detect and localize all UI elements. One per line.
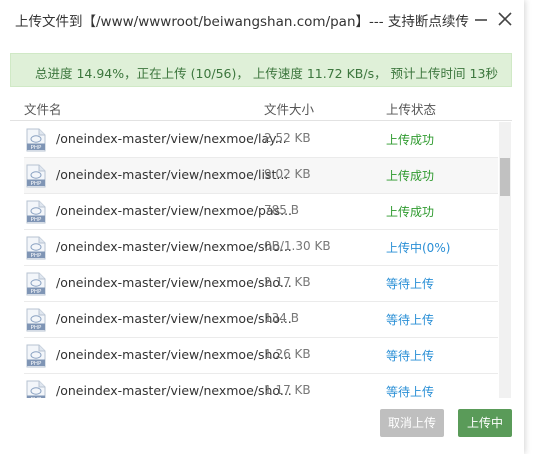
- upload-status: 上传成功: [386, 169, 435, 183]
- column-header-status: 上传状态: [386, 102, 437, 117]
- scrollbar-thumb[interactable]: [500, 158, 510, 196]
- file-row[interactable]: PHP/oneindex-master/view/nexmoe/sho... 2.…: [24, 266, 498, 302]
- progress-text: 总进度 14.94%，正在上传 (10/56)， 上传速度 11.72 KB/s…: [35, 66, 498, 81]
- file-size: 2.52 KB: [264, 131, 311, 145]
- file-size: 2.17 KB: [264, 275, 311, 289]
- column-header-name: 文件名: [24, 102, 62, 117]
- php-file-icon: PHP: [26, 344, 46, 368]
- file-list[interactable]: PHP/oneindex-master/view/nexmoe/lay... 2.…: [10, 122, 510, 398]
- file-name: /oneindex-master/view/nexmoe/sho...: [56, 383, 292, 398]
- cancel-upload-button[interactable]: 取消上传: [380, 409, 444, 437]
- file-size: 9.02 KB: [264, 167, 311, 181]
- upload-status: 等待上传: [386, 349, 435, 363]
- column-header-size: 文件大小: [264, 102, 315, 117]
- php-file-icon: PHP: [26, 128, 46, 152]
- svg-text:PHP: PHP: [31, 181, 42, 187]
- svg-text:PHP: PHP: [31, 397, 42, 398]
- file-name: /oneindex-master/view/nexmoe/list...: [56, 167, 289, 182]
- file-row[interactable]: PHP/oneindex-master/view/nexmoe/lay... 2.…: [24, 122, 498, 158]
- close-icon[interactable]: [494, 8, 516, 30]
- file-name: /oneindex-master/view/nexmoe/lay...: [56, 131, 287, 146]
- file-row[interactable]: PHP/oneindex-master/view/nexmoe/pas... 78…: [24, 194, 498, 230]
- file-list-scrollbar[interactable]: [499, 122, 511, 398]
- upload-status: 等待上传: [386, 385, 435, 398]
- upload-status: 等待上传: [386, 313, 435, 327]
- php-file-icon: PHP: [26, 308, 46, 332]
- php-file-icon: PHP: [26, 164, 46, 188]
- svg-text:PHP: PHP: [31, 325, 42, 331]
- svg-text:PHP: PHP: [31, 361, 42, 367]
- svg-text:PHP: PHP: [31, 253, 42, 259]
- minus-icon[interactable]: [470, 8, 492, 30]
- progress-summary: 总进度 14.94%，正在上传 (10/56)， 上传速度 11.72 KB/s…: [10, 53, 512, 87]
- file-name: /oneindex-master/view/nexmoe/sho...: [56, 347, 292, 362]
- upload-status: 上传中(0%): [386, 241, 451, 255]
- svg-text:PHP: PHP: [31, 217, 42, 223]
- file-size: 785 B: [264, 203, 299, 217]
- uploading-button[interactable]: 上传中: [458, 409, 512, 437]
- php-file-icon: PHP: [26, 272, 46, 296]
- upload-status: 上传成功: [386, 133, 435, 147]
- upload-status: 上传成功: [386, 205, 435, 219]
- file-size: 1.26 KB: [264, 347, 311, 361]
- php-file-icon: PHP: [26, 236, 46, 260]
- file-row[interactable]: PHP/oneindex-master/view/nexmoe/sho...1.…: [24, 338, 498, 374]
- file-row[interactable]: PHP/oneindex-master/view/nexmoe/sho...1.…: [24, 374, 498, 398]
- file-row[interactable]: PHP/oneindex-master/view/nexmoe/sho... 13…: [24, 302, 498, 338]
- php-file-icon: PHP: [26, 380, 46, 398]
- upload-dialog: 上传文件到【/www/wwwroot/beiwangshan.com/pan】-…: [0, 0, 524, 454]
- file-name: /oneindex-master/view/nexmoe/pas...: [56, 203, 293, 218]
- svg-text:PHP: PHP: [31, 289, 42, 295]
- file-row[interactable]: PHP/oneindex-master/view/nexmoe/list... 9…: [24, 158, 498, 194]
- file-row[interactable]: PHP/oneindex-master/view/nexmoe/sho... 0B…: [24, 230, 498, 266]
- file-name: /oneindex-master/view/nexmoe/sho...: [56, 275, 292, 290]
- upload-status: 等待上传: [386, 277, 435, 291]
- file-size: 0B/1.30 KB: [264, 239, 331, 253]
- dialog-title: 上传文件到【/www/wwwroot/beiwangshan.com/pan】-…: [15, 14, 469, 30]
- file-table-header: 文件名 文件大小 上传状态: [10, 92, 512, 121]
- file-size: 134 B: [264, 311, 299, 325]
- file-size: 1.17 KB: [264, 383, 311, 397]
- svg-text:PHP: PHP: [31, 145, 42, 151]
- dialog-titlebar[interactable]: 上传文件到【/www/wwwroot/beiwangshan.com/pan】-…: [0, 0, 524, 38]
- php-file-icon: PHP: [26, 200, 46, 224]
- file-name: /oneindex-master/view/nexmoe/sho...: [56, 311, 292, 326]
- file-name: /oneindex-master/view/nexmoe/sho...: [56, 239, 292, 254]
